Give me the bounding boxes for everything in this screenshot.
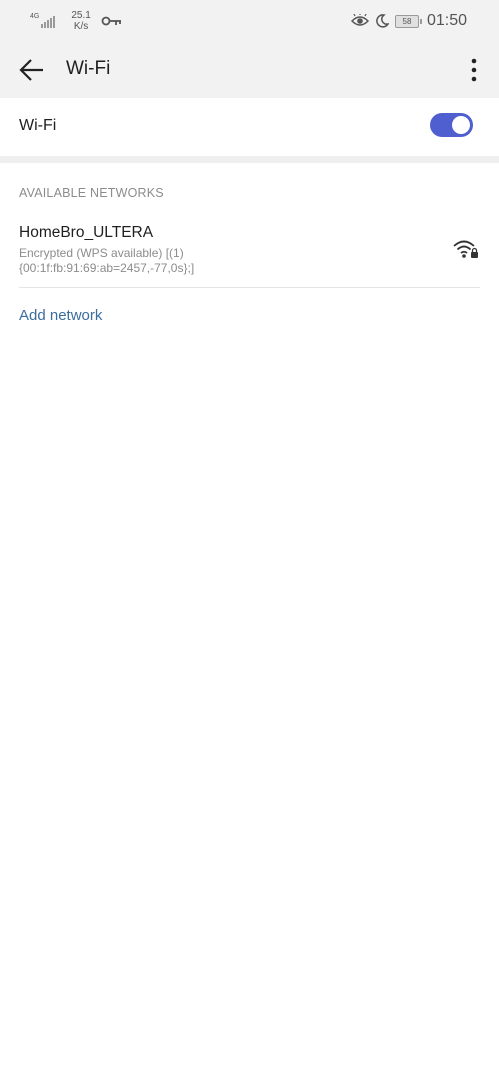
wifi-toggle-row[interactable]: Wi-Fi	[0, 98, 499, 156]
network-list-item[interactable]: HomeBro_ULTERA Encrypted (WPS available)…	[0, 214, 499, 286]
status-time: 01:50	[426, 12, 467, 29]
arrow-back-icon[interactable]	[16, 56, 46, 84]
network-detail: Encrypted (WPS available) [(1) {00:1f:fb…	[19, 246, 319, 276]
signal-icon	[41, 14, 63, 28]
status-bar-left: 4G 25.1 K/s	[30, 8, 123, 34]
status-bar-right: 58 01:50	[350, 8, 467, 34]
speed-unit: K/s	[73, 21, 89, 32]
section-divider	[0, 156, 499, 163]
app-bar: Wi-Fi	[0, 42, 499, 98]
network-name: HomeBro_ULTERA	[19, 224, 154, 241]
more-vertical-icon[interactable]	[465, 56, 483, 84]
wifi-toggle-label: Wi-Fi	[19, 117, 57, 134]
wifi-toggle-switch[interactable]	[430, 113, 473, 137]
list-divider	[19, 287, 480, 288]
network-speed: 25.1 K/s	[71, 10, 90, 32]
status-bar: 4G 25.1 K/s 58 01:50	[0, 0, 499, 42]
toggle-knob	[452, 116, 470, 134]
network-detail-line2: {00:1f:fb:91:69:ab=2457,-77,0s};]	[19, 261, 195, 275]
speed-value: 25.1	[71, 10, 91, 21]
available-networks-header: AVAILABLE NETWORKS	[19, 186, 164, 200]
add-network-link[interactable]: Add network	[19, 307, 102, 324]
network-type-label: 4G	[30, 12, 40, 20]
wifi-locked-icon	[453, 240, 478, 258]
vpn-key-icon	[101, 16, 121, 26]
do-not-disturb-moon-icon	[376, 14, 389, 28]
network-detail-line1: Encrypted (WPS available) [(1)	[19, 246, 184, 260]
eye-comfort-icon	[350, 14, 369, 26]
battery-icon: 58	[394, 14, 422, 28]
page-title: Wi-Fi	[66, 58, 111, 79]
